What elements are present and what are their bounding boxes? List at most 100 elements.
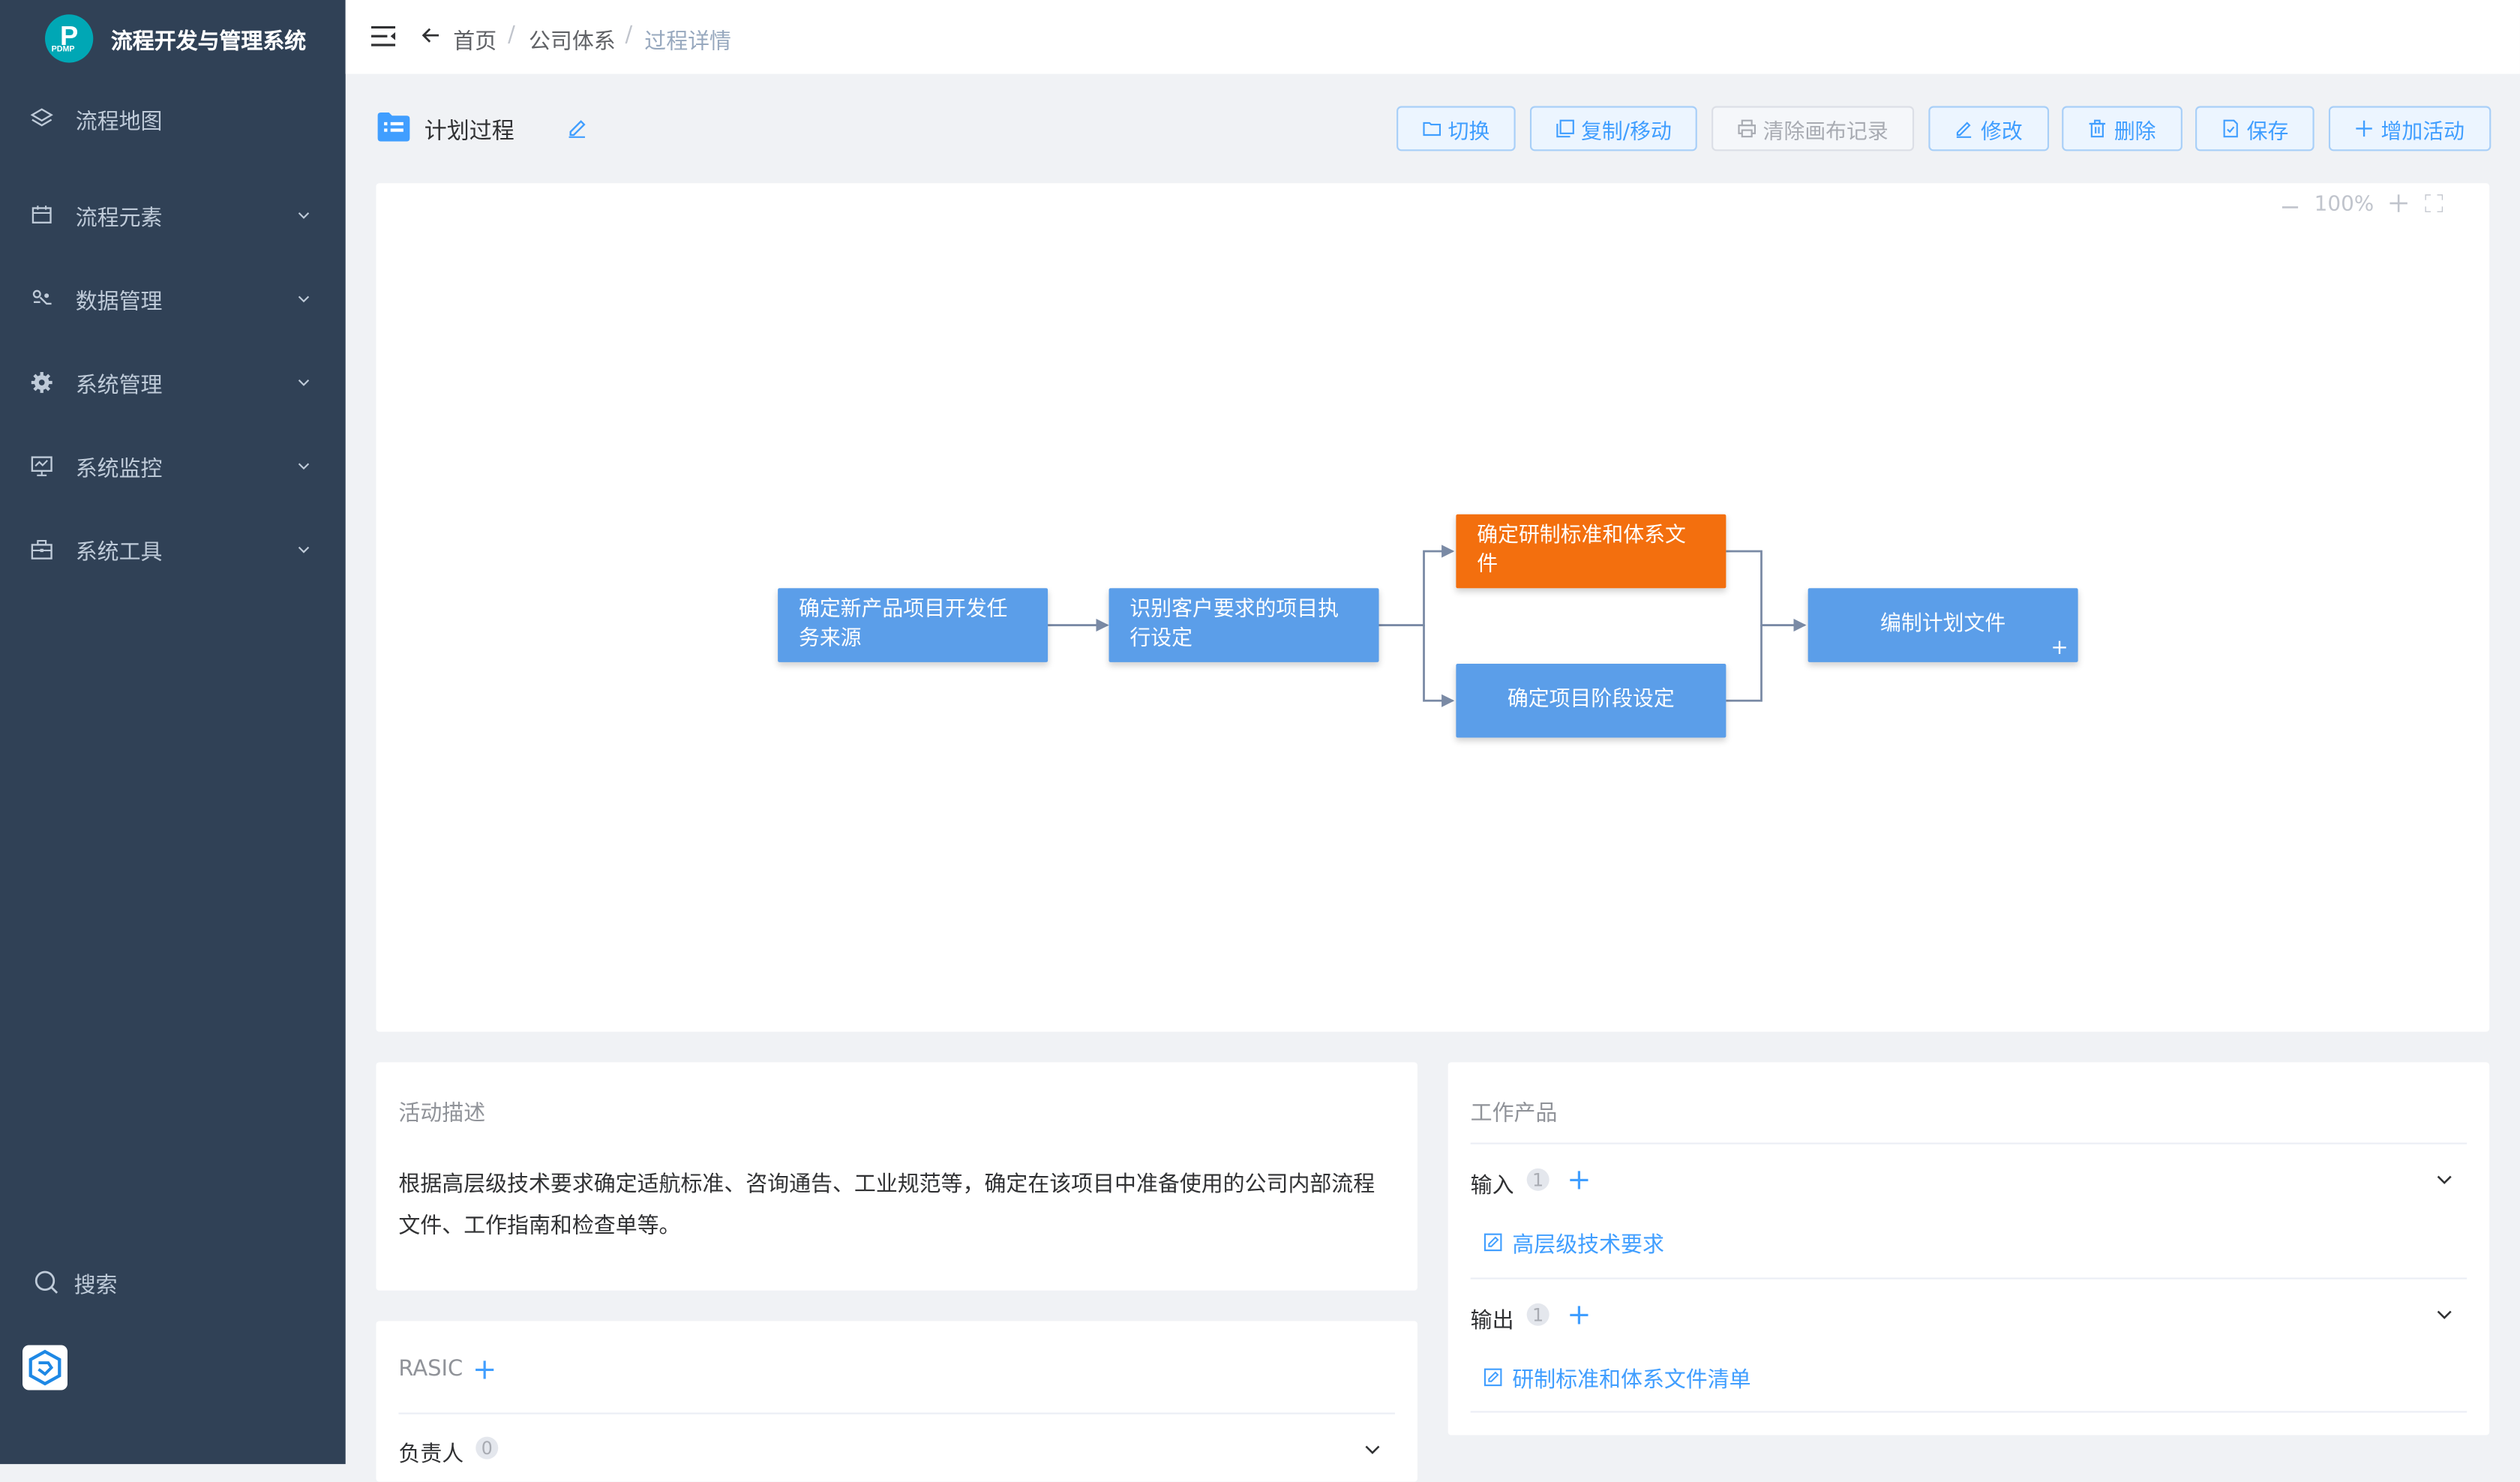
- sidebar-item-system-monitor[interactable]: 系统监控: [0, 434, 346, 499]
- edges-layer: [1048, 544, 1807, 707]
- sidebar-item-label: 流程元素: [75, 206, 163, 232]
- activity-node[interactable]: 识别客户要求的项目执行设定: [1108, 588, 1379, 662]
- breadcrumb-separator: /: [625, 22, 633, 49]
- node-label: 确定新产品项目开发任务来源: [798, 598, 1008, 651]
- chevron-down-icon[interactable]: [2434, 1170, 2454, 1190]
- rasic-panel: RASIC + 负责人 0: [376, 1321, 1418, 1482]
- owner-label: 负责人: [398, 1442, 464, 1468]
- activity-node[interactable]: 编制计划文件 +: [1808, 588, 2078, 662]
- owner-count-badge: 0: [476, 1436, 499, 1460]
- panel-title: RASIC: [398, 1356, 464, 1382]
- sidebar-item-label: 流程地图: [75, 109, 163, 135]
- divider: [1470, 1142, 2468, 1144]
- node-label: 编制计划文件: [1880, 612, 2006, 637]
- add-activity-label: 增加活动: [2380, 119, 2464, 144]
- logo-subtext: PDMP: [51, 44, 75, 55]
- monitor-icon: [31, 454, 53, 477]
- chevron-down-icon: [298, 463, 310, 470]
- delete-button[interactable]: 删除: [2062, 106, 2182, 152]
- data-icon: [31, 288, 53, 310]
- layers-icon: [30, 108, 53, 130]
- edit-icon: [1957, 122, 1972, 138]
- input-add-button[interactable]: +: [1567, 1166, 1591, 1196]
- chevron-down-icon: [298, 212, 310, 219]
- chevron-down-icon[interactable]: [1363, 1440, 1382, 1460]
- printer-icon: [1738, 119, 1756, 138]
- copy-icon: [1556, 119, 1574, 138]
- breadcrumb-home[interactable]: 首页: [453, 22, 496, 55]
- edge-n3-n5: [1726, 550, 1807, 632]
- hexagon-logo-icon: [28, 1349, 62, 1386]
- sidebar-item-data-management[interactable]: 数据管理: [0, 267, 346, 332]
- input-document-link[interactable]: 高层级技术要求: [1484, 1226, 1664, 1258]
- edit-button[interactable]: 修改: [1928, 106, 2050, 152]
- panel-title: 活动描述: [398, 1100, 486, 1127]
- divider: [398, 1412, 1395, 1414]
- sidebar-item-process-map[interactable]: 流程地图: [0, 87, 346, 152]
- breadcrumb-current: 过程详情: [644, 28, 731, 55]
- copy-move-button[interactable]: 复制/移动: [1529, 106, 1697, 152]
- clear-canvas-label: 清除画布记录: [1762, 119, 1888, 144]
- save-button[interactable]: 保存: [2195, 106, 2314, 152]
- output-count-badge: 1: [1526, 1303, 1550, 1326]
- folder-icon: [1423, 122, 1441, 136]
- chevron-down-icon: [298, 546, 310, 554]
- activity-node[interactable]: 确定新产品项目开发任务来源: [778, 588, 1048, 662]
- secondary-logo[interactable]: [22, 1345, 68, 1390]
- sidebar-item-label: 系统工具: [75, 539, 163, 566]
- breadcrumb-company-system[interactable]: 公司体系: [529, 22, 616, 55]
- input-document-name: 高层级技术要求: [1512, 1232, 1664, 1258]
- edge-n4-n5: [1726, 625, 1762, 702]
- divider: [1470, 1411, 2468, 1413]
- panel-title: 工作产品: [1470, 1100, 1558, 1127]
- gear-icon: [31, 371, 53, 394]
- sidebar-item-system-management[interactable]: 系统管理: [0, 350, 346, 415]
- edit-title-icon[interactable]: [566, 116, 588, 138]
- output-label: 输出: [1470, 1308, 1514, 1334]
- sidebar-item-process-elements[interactable]: 流程元素: [0, 183, 346, 248]
- rasic-add-button[interactable]: +: [472, 1355, 496, 1384]
- trash-icon: [2090, 119, 2107, 138]
- document-edit-icon: [1484, 1368, 1502, 1387]
- save-label: 保存: [2246, 119, 2289, 144]
- output-document-name: 研制标准和体系文件清单: [1512, 1367, 1751, 1394]
- chevron-down-icon: [298, 380, 310, 386]
- switch-button[interactable]: 切换: [1396, 106, 1516, 152]
- brand[interactable]: P PDMP 流程开发与管理系统: [0, 0, 346, 74]
- clear-canvas-button[interactable]: 清除画布记录: [1712, 106, 1915, 152]
- hamburger-icon[interactable]: [370, 24, 396, 48]
- top-navbar: 首页 / 公司体系 / 过程详情: [345, 0, 2520, 74]
- search-icon: [34, 1270, 58, 1294]
- activity-description-text: 根据高层级技术要求确定适航标准、咨询通告、工业规范等，确定在该项目中准备使用的公…: [398, 1172, 1376, 1240]
- document-edit-icon: [1484, 1233, 1502, 1252]
- edge-n2-n4: [1423, 625, 1455, 707]
- node-label: 确定研制标准和体系文件: [1477, 524, 1686, 578]
- sidebar-item-system-tools[interactable]: 系统工具: [0, 518, 346, 582]
- sidebar-item-label: 数据管理: [75, 289, 163, 315]
- output-add-button[interactable]: +: [1567, 1301, 1591, 1330]
- process-canvas[interactable]: 100% 确定新产品项目开发任务来源 识别客户要求的项目执行设定 确定研制标准和…: [376, 183, 2490, 1032]
- plus-icon: [2356, 120, 2373, 137]
- copy-move-label: 复制/移动: [1581, 119, 1672, 144]
- delete-label: 删除: [2114, 119, 2156, 144]
- input-label: 输入: [1470, 1173, 1514, 1199]
- add-activity-button[interactable]: 增加活动: [2328, 106, 2492, 152]
- chevron-down-icon: [298, 296, 310, 303]
- chevron-down-icon[interactable]: [2434, 1305, 2454, 1324]
- back-arrow-icon[interactable]: [421, 26, 440, 45]
- sidebar-item-label: 系统监控: [75, 456, 163, 482]
- app-logo: P PDMP: [44, 14, 94, 63]
- app-title: 流程开发与管理系统: [110, 28, 307, 55]
- sidebar-search[interactable]: 搜索: [34, 1267, 118, 1299]
- sidebar: P PDMP 流程开发与管理系统 流程地图 流程元素 数据管理 系统管理 系统监…: [0, 0, 346, 1465]
- output-document-link[interactable]: 研制标准和体系文件清单: [1484, 1361, 1751, 1394]
- node-label: 确定项目阶段设定: [1507, 688, 1675, 712]
- switch-label: 切换: [1448, 119, 1490, 144]
- folder-list-icon: [377, 112, 410, 142]
- activity-node-selected[interactable]: 确定研制标准和体系文件: [1456, 514, 1726, 589]
- activity-node[interactable]: 确定项目阶段设定: [1456, 663, 1726, 738]
- node-add-icon[interactable]: +: [2050, 638, 2068, 659]
- activity-description-panel: 活动描述 根据高层级技术要求确定适航标准、咨询通告、工业规范等，确定在该项目中准…: [376, 1062, 1418, 1291]
- search-label: 搜索: [74, 1273, 118, 1299]
- page-title: 计划过程: [424, 118, 514, 145]
